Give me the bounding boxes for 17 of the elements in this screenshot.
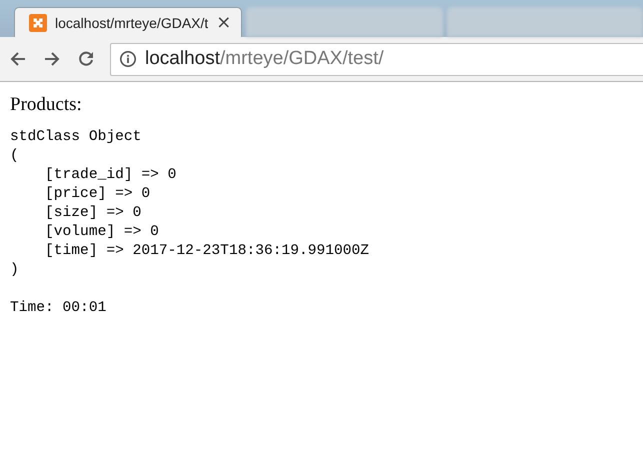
time-text: Time: 00:01 xyxy=(10,299,106,318)
browser-tab[interactable]: localhost/mrteye/GDAX/t × xyxy=(14,7,242,37)
code-line: [price] => 0 xyxy=(44,185,150,204)
code-line: [time] => 2017-12-23T18:36:19.991000Z xyxy=(44,242,370,261)
heading-text: Products: xyxy=(10,94,83,116)
close-icon[interactable]: × xyxy=(216,12,232,33)
code-line: ( xyxy=(10,147,19,166)
code-line: [trade_id] => 0 xyxy=(44,166,176,185)
code-line: [volume] => 0 xyxy=(44,223,159,242)
app-icon xyxy=(29,14,47,32)
tab-title: localhost/mrteye/GDAX/t xyxy=(55,14,208,30)
code-line: [size] => 0 xyxy=(44,204,142,223)
address-bar[interactable]: localhost/mrteye/GDAX/test/ xyxy=(110,42,643,76)
info-icon xyxy=(119,50,137,68)
code-line: ) xyxy=(10,261,19,280)
url-text: localhost/mrteye/GDAX/test/ xyxy=(145,48,384,70)
code-line: stdClass Object xyxy=(10,128,142,147)
